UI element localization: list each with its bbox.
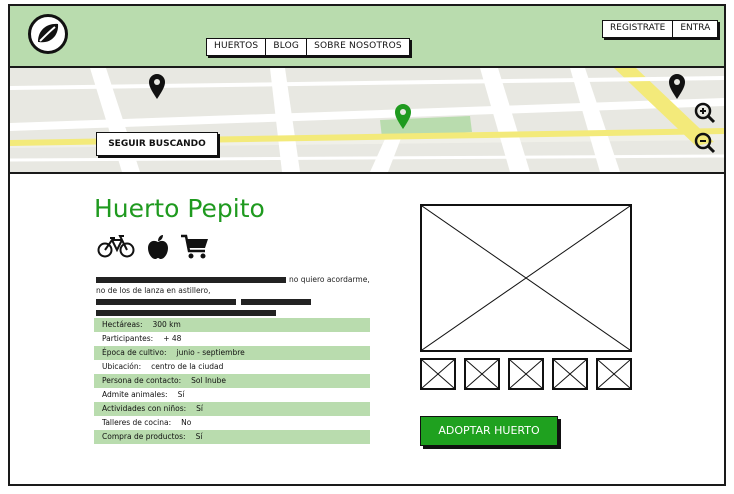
header: HUERTOS BLOG SOBRE NOSOTROS REGISTRATE E…: [10, 6, 724, 68]
detail-row: Hectáreas: 300 km: [94, 318, 370, 332]
detail-row: Participantes: + 48: [102, 334, 182, 343]
detail-row: Ubicación: centro de la ciudad: [102, 362, 224, 371]
detail-row: Talleres de cocina: No: [102, 418, 192, 427]
login-link[interactable]: ENTRA: [673, 21, 717, 37]
feature-icons: [96, 234, 210, 260]
nav-blog[interactable]: BLOG: [266, 39, 308, 55]
garden-title: Huerto Pepito: [94, 194, 265, 223]
garden-description: no quiero acordarme, no de los de lanza …: [96, 274, 372, 318]
map-pin-icon[interactable]: [148, 74, 166, 100]
map[interactable]: SEGUIR BUSCANDO: [10, 68, 724, 174]
zoom-out-icon[interactable]: [694, 132, 716, 154]
detail-row: Compra de productos: Sí: [94, 430, 370, 444]
scribble-text: [241, 299, 312, 305]
map-pin-icon[interactable]: [668, 74, 686, 100]
scribble-text: [96, 277, 286, 283]
thumbnail[interactable]: [552, 358, 588, 390]
map-background: [10, 68, 724, 172]
nav-huertos[interactable]: HUERTOS: [207, 39, 267, 55]
adopt-garden-button[interactable]: ADOPTAR HUERTO: [420, 416, 558, 446]
scribble-text: [96, 299, 236, 305]
thumbnail-strip: [420, 358, 632, 390]
cart-icon: [181, 234, 208, 259]
thumbnail[interactable]: [464, 358, 500, 390]
main-nav: HUERTOS BLOG SOBRE NOSOTROS: [206, 38, 410, 56]
app-window: HUERTOS BLOG SOBRE NOSOTROS REGISTRATE E…: [8, 4, 726, 486]
detail-row: Admite animales: Sí: [102, 390, 185, 399]
register-link[interactable]: REGISTRATE: [603, 21, 674, 37]
zoom-in-icon[interactable]: [694, 102, 716, 124]
apple-icon: [148, 235, 168, 259]
detail-row: Época de cultivo: junio - septiembre: [94, 346, 370, 360]
detail-row: Actividades con niños: Sí: [94, 402, 370, 416]
nav-sobre-nosotros[interactable]: SOBRE NOSOTROS: [307, 39, 409, 55]
main-image-placeholder[interactable]: [420, 204, 632, 352]
thumbnail[interactable]: [420, 358, 456, 390]
auth-nav: REGISTRATE ENTRA: [602, 20, 719, 38]
thumbnail[interactable]: [596, 358, 632, 390]
bicycle-icon: [97, 235, 135, 258]
thumbnail[interactable]: [508, 358, 544, 390]
leaf-logo-icon[interactable]: [28, 14, 68, 54]
garden-details-table: Hectáreas: 300 km Participantes: + 48 Époc…: [94, 318, 370, 444]
map-pin-selected-icon[interactable]: [394, 104, 412, 130]
continue-search-button[interactable]: SEGUIR BUSCANDO: [96, 132, 218, 156]
detail-row: Persona de contacto: Sol Inube: [94, 374, 370, 388]
scribble-text: [96, 310, 276, 316]
